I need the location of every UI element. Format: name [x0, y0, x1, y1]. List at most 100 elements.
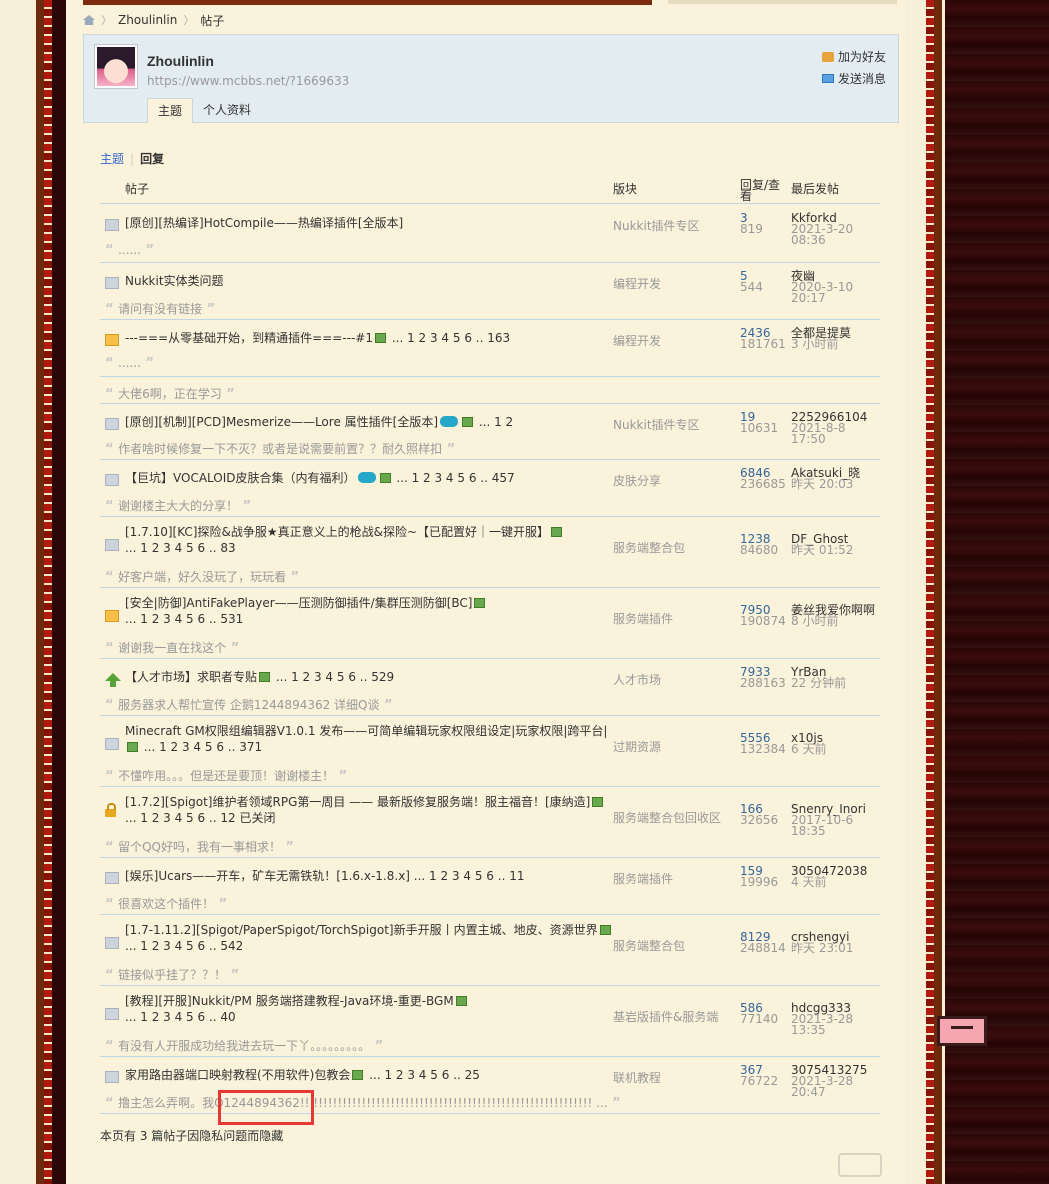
- table-row: [安全|防御]AntiFakePlayer——压测防御插件/集群压测防御[BC]…: [100, 588, 880, 659]
- page-links[interactable]: ... 1 2: [475, 415, 513, 429]
- forum-link[interactable]: 服务端整合包: [613, 539, 685, 556]
- table-row: [1.7-1.11.2][Spigot/PaperSpigot/TorchSpi…: [100, 915, 880, 986]
- reply-quote[interactable]: “ 撸主怎么弄啊。我Q1244894362!! !!!!!!!!!!!!!!!!…: [105, 1094, 621, 1111]
- topic-title-block: [1.7.10][KC]探险&战争服★真正意义上的枪战&探险~【已配置好｜一键开…: [125, 524, 564, 556]
- reply-view-count: 367 76722: [740, 1064, 778, 1087]
- reply-quote[interactable]: “ 不懂咋用。。。但是还是要顶！谢谢楼主！ ”: [105, 767, 347, 784]
- last-post-time: 2020-3-10 20:17: [791, 280, 854, 305]
- forum-link[interactable]: 服务端整合包回收区: [613, 809, 721, 826]
- mascot-pig-icon[interactable]: [937, 1010, 993, 1052]
- forum-link[interactable]: 服务端插件: [613, 870, 673, 887]
- topic-title[interactable]: [原创][热编译]HotCompile——热编译插件[全版本]: [125, 216, 403, 230]
- forum-link[interactable]: Nukkit插件专区: [613, 217, 700, 234]
- reply-quote[interactable]: “ 请问有没有链接 ”: [105, 300, 215, 317]
- page-links[interactable]: ... 1 2 3 4 5 6 .. 11: [410, 869, 525, 883]
- topic-title[interactable]: 【巨坑】VOCALOID皮肤合集（内有福利）: [125, 471, 356, 485]
- topic-icon: [105, 738, 119, 750]
- forum-link[interactable]: 编程开发: [613, 275, 661, 292]
- reply-quote[interactable]: “ ...... ”: [105, 356, 154, 371]
- back-to-top-icon[interactable]: [838, 1153, 882, 1177]
- send-message-button[interactable]: 发送消息: [822, 70, 886, 87]
- page-links[interactable]: ... 1 2 3 4 5 6 .. 531: [125, 612, 243, 626]
- page-links[interactable]: ... 1 2 3 4 5 6 .. 40: [125, 1010, 236, 1024]
- profile-url[interactable]: https://www.mcbbs.net/?1669633: [147, 74, 349, 88]
- last-post: Snenry_Inori 2017-10-6 18:35: [791, 803, 880, 837]
- topic-title[interactable]: Nukkit实体类问题: [125, 274, 224, 288]
- pinned-icon: [105, 673, 121, 687]
- topic-title-block: 家用路由器端口映射教程(不用软件)包教会 ... 1 2 3 4 5 6 .. …: [125, 1067, 480, 1083]
- topic-title[interactable]: Minecraft GM权限组编辑器V1.0.1 发布——可简单编辑玩家权限组设…: [125, 724, 607, 738]
- quote-close-icon: ”: [280, 840, 295, 855]
- tab-topics[interactable]: 主题: [147, 98, 194, 123]
- topic-title[interactable]: 家用路由器端口映射教程(不用软件)包教会: [125, 1068, 350, 1082]
- profile-name[interactable]: Zhoulinlin: [147, 53, 214, 69]
- page-links[interactable]: ... 1 2 3 4 5 6 .. 542: [125, 939, 243, 953]
- forum-link[interactable]: Nukkit插件专区: [613, 416, 700, 433]
- page-links[interactable]: ... 1 2 3 4 5 6 .. 25: [365, 1068, 480, 1082]
- breadcrumb-user[interactable]: Zhoulinlin: [118, 13, 177, 27]
- reply-quote[interactable]: “ 很喜欢这个插件！ ”: [105, 895, 227, 912]
- reply-quote[interactable]: “ 谢谢我一直在找这个 ”: [105, 639, 239, 656]
- col-forum: 版块: [613, 182, 638, 196]
- forum-link[interactable]: 编程开发: [613, 332, 661, 349]
- forum-link[interactable]: 人才市场: [613, 671, 661, 688]
- reply-quote[interactable]: “ 作者啥时候修复一下不灭？或者是说需要前置？？耐久照样扣 ”: [105, 440, 455, 457]
- topic-title[interactable]: [原创][机制][PCD]Mesmerize——Lore 属性插件[全版本]: [125, 415, 438, 429]
- topic-title-block: [1.7.2][Spigot]维护者领域RPG第一周目 —— 最新版修复服务端！…: [125, 794, 605, 826]
- quote-close-icon: ”: [607, 1096, 621, 1111]
- topic-title[interactable]: 【人才市场】求职者专贴: [125, 670, 257, 684]
- page-links[interactable]: ... 1 2 3 4 5 6 .. 529: [272, 670, 394, 684]
- breadcrumb-section[interactable]: 帖子: [200, 12, 224, 29]
- lock-icon: [105, 803, 116, 817]
- image-attachment-icon: [352, 1070, 364, 1080]
- topic-title[interactable]: [娱乐]Ucars——开车，矿车无需铁轨！[1.6.x-1.8.x]: [125, 869, 410, 883]
- page-links[interactable]: ... 1 2 3 4 5 6 .. 12 已关闭: [125, 811, 275, 825]
- topic-title[interactable]: [安全|防御]AntiFakePlayer——压测防御插件/集群压测防御[BC]: [125, 596, 472, 610]
- topic-title[interactable]: [1.7-1.11.2][Spigot/PaperSpigot/TorchSpi…: [125, 923, 598, 937]
- reply-quote[interactable]: “ 大佬6啊，正在学习 ”: [105, 385, 235, 402]
- topic-title-block: [娱乐]Ucars——开车，矿车无需铁轨！[1.6.x-1.8.x] ... 1…: [125, 868, 524, 884]
- last-post: 全都是提莫 3 小时前: [791, 327, 851, 350]
- reply-quote[interactable]: “ ...... ”: [105, 243, 154, 258]
- last-post-time: 8 小时前: [791, 614, 839, 628]
- table-row: [原创][热编译]HotCompile——热编译插件[全版本] Nukkit插件专…: [100, 205, 880, 263]
- forum-link[interactable]: 皮肤分享: [613, 472, 661, 489]
- reply-quote[interactable]: “ 链接似乎挂了？？！ ”: [105, 966, 239, 983]
- topic-title[interactable]: [1.7.2][Spigot]维护者领域RPG第一周目 —— 最新版修复服务端！…: [125, 795, 590, 809]
- table-row: [1.7.2][Spigot]维护者领域RPG第一周目 —— 最新版修复服务端！…: [100, 787, 880, 858]
- forum-link[interactable]: 基岩版插件&服务端: [613, 1008, 718, 1025]
- reply-quote[interactable]: “ 服务器求人帮忙宣传 企鹅1244894362 详细Q谈 ”: [105, 696, 393, 713]
- topic-icon: [105, 418, 119, 430]
- reply-quote[interactable]: “ 留个QQ好吗，我有一事相求！ ”: [105, 838, 294, 855]
- forum-link[interactable]: 服务端插件: [613, 610, 673, 627]
- table-row: ---===从零基础开始，到精通插件===---#1 ... 1 2 3 4 5…: [100, 320, 880, 404]
- view-count: 248814: [740, 941, 786, 955]
- last-post-time: 22 分钟前: [791, 676, 847, 690]
- forum-link[interactable]: 联机教程: [613, 1069, 661, 1086]
- topic-title[interactable]: [1.7.10][KC]探险&战争服★真正意义上的枪战&探险~【已配置好｜一键开…: [125, 525, 549, 539]
- avatar[interactable]: [94, 44, 138, 89]
- reply-view-count: 5556 132384: [740, 732, 786, 755]
- quote-close-icon: ”: [140, 243, 155, 258]
- page-links[interactable]: ... 1 2 3 4 5 6 .. 371: [140, 740, 262, 754]
- subnav-topics[interactable]: 主题: [100, 150, 124, 167]
- tab-profile[interactable]: 个人资料: [193, 98, 261, 123]
- add-friend-button[interactable]: 加为好友: [822, 48, 886, 65]
- quote-close-icon: ”: [238, 499, 252, 514]
- page-links[interactable]: ... 1 2 3 4 5 6 .. 163: [388, 331, 510, 345]
- table-row: [1.7.10][KC]探险&战争服★真正意义上的枪战&探险~【已配置好｜一键开…: [100, 517, 880, 588]
- forum-link[interactable]: 过期资源: [613, 738, 661, 755]
- forum-link[interactable]: 服务端整合包: [613, 937, 685, 954]
- reply-quote[interactable]: “ 有没有人开服成功给我进去玩一下丫。。。。。。。。。 ”: [105, 1037, 383, 1054]
- subnav-replies[interactable]: 回复: [140, 150, 164, 167]
- topic-icon: [105, 219, 119, 231]
- home-icon[interactable]: [83, 15, 95, 25]
- topic-title[interactable]: [教程][开服]Nukkit/PM 服务端搭建教程-Java环境-重更-BGM: [125, 994, 454, 1008]
- reply-quote[interactable]: “ 好客户端，好久没玩了，玩玩看 ”: [105, 568, 299, 585]
- page-links[interactable]: ... 1 2 3 4 5 6 .. 457: [393, 471, 514, 485]
- reply-quote[interactable]: “ 谢谢楼主大大的分享！ ”: [105, 497, 251, 514]
- last-post: 3075413275 2021-3-28 20:47: [791, 1064, 880, 1098]
- reply-view-count: 5 544: [740, 270, 763, 293]
- page-links[interactable]: ... 1 2 3 4 5 6 .. 83: [125, 541, 236, 555]
- topic-title[interactable]: ---===从零基础开始，到精通插件===---#1: [125, 331, 373, 345]
